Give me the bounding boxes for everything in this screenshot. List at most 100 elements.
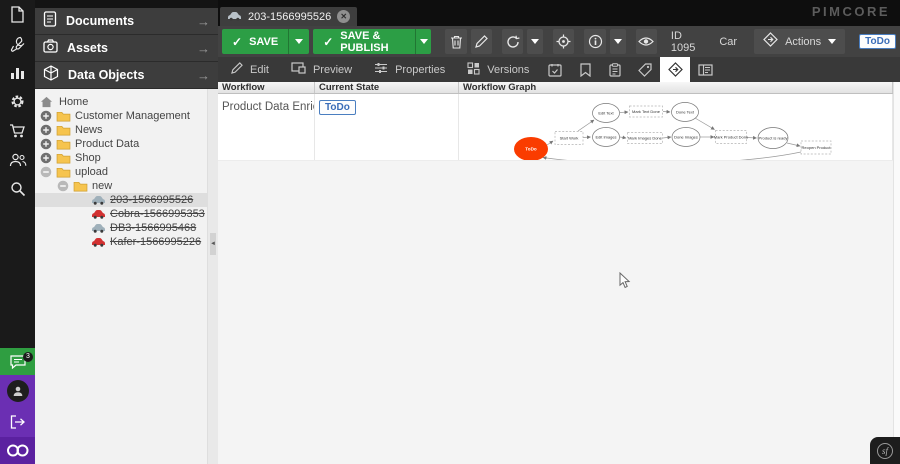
folder-icon [56,166,73,178]
sidebar-splitter[interactable]: ◄ [207,89,218,464]
check-icon: ✓ [323,35,333,49]
tree-item-upload[interactable]: upload [35,165,207,179]
tab-notes-clipboard-icon[interactable] [600,57,630,82]
tree-item-db3-1566995468[interactable]: DB3-1566995468 [35,221,207,235]
tab-tags-icon[interactable] [630,57,660,82]
tab-versions[interactable]: Versions [456,57,540,82]
open-preview-eye-button[interactable] [636,29,657,54]
collapse-handle-icon[interactable]: ◄ [210,233,216,255]
search-icon[interactable] [0,174,35,203]
workflow-actions-button[interactable]: Actions [754,29,845,54]
save-publish-dropdown-button[interactable] [415,29,431,54]
file-icon[interactable] [0,0,35,29]
rename-pencil-button[interactable] [471,29,492,54]
tree-item-cobra-1566995353[interactable]: Cobra-1566995353 [35,207,207,221]
left-sidebar: Documents → Assets → Data Objects → Home… [35,8,218,464]
collapse-minus-icon[interactable] [40,166,52,178]
column-header-workflow-graph[interactable]: Workflow Graph [459,82,893,93]
expand-plus-icon[interactable] [40,152,52,164]
workflow-name: Product Data Enrichm... [222,101,315,113]
settings-gear-icon[interactable] [0,87,35,116]
tree-item-customer-management[interactable]: Customer Management [35,109,207,123]
caret-down-icon [295,39,303,44]
tab-close-icon[interactable]: ✕ [337,10,350,23]
locate-in-tree-button[interactable] [553,29,574,54]
notifications-chat-icon[interactable]: 3 [0,348,35,375]
tab-workflow-active-icon[interactable] [660,57,690,82]
tab-edit[interactable]: Edit [220,57,280,82]
tree-item-home[interactable]: Home [35,95,207,109]
reload-button[interactable] [502,29,523,54]
cube-icon [43,65,59,86]
caret-down-icon [531,39,539,44]
workflow-node-label: Done Text [676,110,695,115]
tree-item-label: Customer Management [75,110,190,122]
tab-schedule-calendar-icon[interactable] [540,57,570,82]
user-profile-avatar[interactable] [0,375,35,406]
tree-item-product-data[interactable]: Product Data [35,137,207,151]
object-tabs-toolbar: Edit Preview Properties Versions [218,57,900,82]
sidebar-section-data-objects[interactable]: Data Objects → [35,62,218,89]
workflow-graph-cell: ToDoStart WorkEdit TextMark Text DoneDon… [459,94,893,160]
workflow-edge [787,143,800,146]
camera-icon [43,39,58,58]
workflow-edge [583,137,591,138]
customers-users-icon[interactable] [0,145,35,174]
workflow-status-badge: ToDo [859,34,896,49]
sidebar-section-documents[interactable]: Documents → [35,8,218,35]
save-publish-button[interactable]: ✓SAVE & PUBLISH [313,29,431,54]
sidebar-section-assets[interactable]: Assets → [35,35,218,62]
expand-plus-icon[interactable] [40,124,52,136]
check-icon: ✓ [232,35,242,49]
tree-item-news[interactable]: News [35,123,207,137]
workflow-grid-row[interactable]: Product Data Enrichm... ToDo ToDoStart W… [218,94,893,161]
sidebar-section-label: Data Objects [68,68,188,82]
car-gray-icon [91,223,108,233]
expand-plus-icon[interactable] [40,110,52,122]
collapse-minus-icon[interactable] [57,180,69,192]
save-button[interactable]: ✓SAVE [222,29,309,54]
expand-plus-icon[interactable] [40,138,52,150]
workflow-edge [543,152,801,160]
tree-item-203-1566995526[interactable]: 203-1566995526 [35,193,207,207]
tree-item-label: new [92,180,112,192]
tab-preview[interactable]: Preview [280,57,363,82]
column-header-current-state[interactable]: Current State [315,82,459,93]
tree-item-shop[interactable]: Shop [35,151,207,165]
pencil-icon [231,62,243,77]
tree-item-label: 203-1566995526 [110,194,193,206]
tree-item-kafer-1566995226[interactable]: Kafer-1566995226 [35,235,207,249]
object-type-label: Car [719,36,737,48]
tab-properties[interactable]: Properties [363,57,456,82]
pimcore-infinity-logo[interactable] [0,437,35,464]
symfony-logo-icon: sf [877,443,893,459]
tree-item-new[interactable]: new [35,179,207,193]
column-header-workflow[interactable]: Workflow [218,82,315,93]
vertical-scrollbar[interactable] [893,82,900,464]
tree-item-label: Kafer-1566995226 [110,236,201,248]
symfony-profiler-button[interactable]: sf [870,437,900,464]
delete-button[interactable] [445,29,466,54]
info-dropdown-button[interactable] [610,29,626,54]
info-button[interactable] [584,29,605,54]
versions-grid-icon [467,62,480,78]
workflow-node-label: Edit Text [598,111,614,116]
tab-object-203[interactable]: 203-1566995526 ✕ [220,7,357,26]
reports-chart-icon[interactable] [0,58,35,87]
ecommerce-cart-icon[interactable] [0,116,35,145]
reload-dropdown-button[interactable] [527,29,543,54]
car-icon [227,8,242,26]
tools-wrench-icon[interactable] [0,29,35,58]
avatar [7,380,29,402]
logout-icon[interactable] [0,406,35,437]
car-gray-icon [91,195,108,205]
tab-app-logger-icon[interactable] [690,57,720,82]
actions-label: Actions [785,36,821,48]
save-dropdown-button[interactable] [288,29,309,54]
tab-bookmark-icon[interactable] [570,57,600,82]
caret-down-icon [614,39,622,44]
workflow-node-label: Product is ready [759,136,788,141]
sliders-icon [374,62,388,77]
main-icon-bar: 3 [0,0,35,464]
folder-icon [56,124,73,136]
